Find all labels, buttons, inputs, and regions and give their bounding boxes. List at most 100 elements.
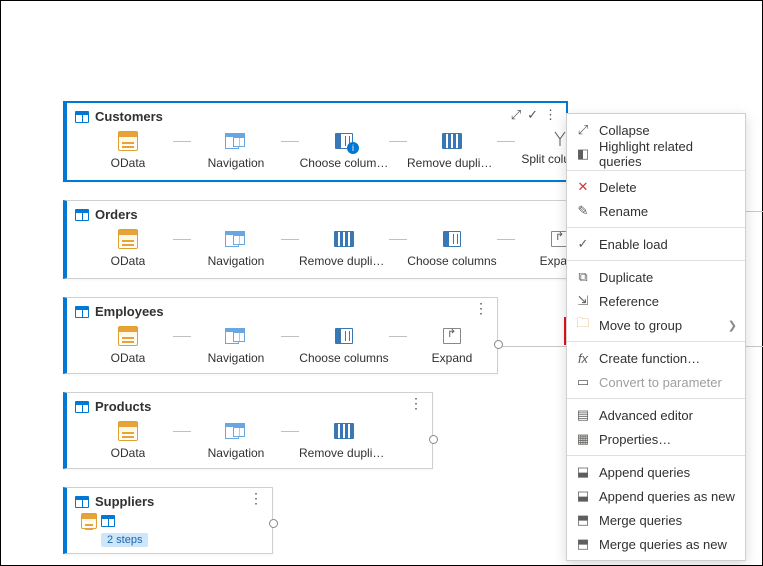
step-odata[interactable]: OData [83,130,173,170]
query-title: Employees [95,304,164,319]
highlight-icon: ◧ [575,146,591,162]
query-title: Products [95,399,151,414]
menu-append-queries-as-new[interactable]: ⬓Append queries as new [567,484,745,508]
step-navigation[interactable]: Navigation [191,130,281,170]
navigation-icon [225,423,247,439]
menu-merge-queries[interactable]: ⬒Merge queries [567,508,745,532]
info-badge-icon: i [347,142,359,154]
menu-separator [567,341,745,342]
menu-rename[interactable]: ✎Rename [567,199,745,223]
table-icon [101,515,115,527]
steps-row: OData Navigation Remove duplicat… [67,416,432,468]
steps-row: OData Navigation iChoose colum… Remove d… [67,126,566,180]
collapse-icon[interactable]: ⤢ [511,107,521,123]
table-icon [75,496,89,508]
more-icon[interactable]: ⋮ [247,492,266,504]
menu-separator [567,260,745,261]
merge-new-icon: ⬒ [575,536,591,552]
query-card-orders[interactable]: Orders OData Navigation Remove duplicat…… [63,200,568,279]
more-icon[interactable]: ⋮ [544,109,558,121]
reference-icon: ⇲ [575,293,591,309]
steps-preview [67,511,272,529]
append-new-icon: ⬓ [575,488,591,504]
function-icon: fx [575,350,591,366]
query-card-customers[interactable]: ⤢ ✓ ⋮ Customers OData Navigation iChoose… [63,101,568,182]
chevron-right-icon: ❯ [728,319,737,332]
merge-icon: ⬒ [575,512,591,528]
editor-icon: ▤ [575,407,591,423]
odata-icon [118,326,138,346]
remove-duplicates-icon [334,231,354,247]
query-card-products[interactable]: ⋮ Products OData Navigation Remove dupli… [63,392,433,469]
step-navigation[interactable]: Navigation [191,325,281,365]
remove-duplicates-icon [442,133,462,149]
odata-icon [118,421,138,441]
navigation-icon [225,231,247,247]
step-remove-duplicates[interactable]: Remove duplicat… [299,420,389,460]
menu-delete[interactable]: ✕Delete [567,175,745,199]
odata-icon [118,131,138,151]
query-title: Suppliers [95,494,154,509]
output-port[interactable] [269,519,278,528]
table-icon [75,401,89,413]
parameter-icon: ▭ [575,374,591,390]
step-choose-columns[interactable]: Choose columns [407,228,497,268]
query-card-employees[interactable]: ⋮ Employees OData Navigation Choose colu… [63,297,498,374]
query-title: Customers [95,109,163,124]
delete-icon: ✕ [575,179,591,195]
steps-row: OData Navigation Remove duplicat… Choose… [67,224,567,278]
check-icon: ✓ [575,236,591,252]
menu-advanced-editor[interactable]: ▤Advanced editor [567,403,745,427]
odata-icon [118,229,138,249]
step-choose-columns[interactable]: Choose columns [299,325,389,365]
card-toolbar: ⤢ ✓ ⋮ [511,107,558,123]
collapse-icon: ⤢ [575,122,591,138]
menu-merge-queries-as-new[interactable]: ⬒Merge queries as new [567,532,745,556]
choose-columns-icon [443,231,461,247]
step-navigation[interactable]: Navigation [191,420,281,460]
step-remove-duplicates[interactable]: Remove duplicat… [299,228,389,268]
expand-icon [443,328,461,344]
more-icon[interactable]: ⋮ [407,397,426,409]
menu-properties[interactable]: ▦Properties… [567,427,745,451]
steps-row: OData Navigation Choose columns Expand [67,321,497,373]
menu-move-to-group[interactable]: 🗀Move to group❯ [567,313,745,337]
menu-separator [567,227,745,228]
table-icon [75,111,89,123]
step-remove-duplicates[interactable]: Remove duplicat… [407,130,497,170]
menu-highlight-related[interactable]: ◧Highlight related queries [567,142,745,166]
output-port[interactable] [494,340,503,349]
query-card-suppliers[interactable]: ⋮ Suppliers 2 steps [63,487,273,554]
check-icon[interactable]: ✓ [527,107,538,123]
more-icon[interactable]: ⋮ [472,302,491,314]
menu-create-function[interactable]: fxCreate function… [567,346,745,370]
menu-convert-to-parameter: ▭Convert to parameter [567,370,745,394]
query-title: Orders [95,207,138,222]
menu-separator [567,398,745,399]
folder-icon: 🗀 [575,317,591,333]
choose-columns-icon [335,328,353,344]
output-port[interactable] [429,435,438,444]
menu-append-queries[interactable]: ⬓Append queries [567,460,745,484]
navigation-icon [225,133,247,149]
duplicate-icon: ⧉ [575,269,591,285]
append-icon: ⬓ [575,464,591,480]
step-expand[interactable]: Expand [407,325,497,365]
menu-separator [567,170,745,171]
menu-enable-load[interactable]: ✓Enable load [567,232,745,256]
steps-count-badge: 2 steps [101,533,148,547]
menu-separator [567,455,745,456]
table-icon [75,306,89,318]
step-odata[interactable]: OData [83,420,173,460]
step-odata[interactable]: OData [83,325,173,365]
menu-reference[interactable]: ⇲Reference [567,289,745,313]
navigation-icon [225,328,247,344]
properties-icon: ▦ [575,431,591,447]
menu-duplicate[interactable]: ⧉Duplicate [567,265,745,289]
step-odata[interactable]: OData [83,228,173,268]
odata-icon [81,513,97,529]
context-menu: ⤢Collapse ◧Highlight related queries ✕De… [566,113,746,561]
rename-icon: ✎ [575,203,591,219]
step-choose-columns[interactable]: iChoose colum… [299,130,389,170]
step-navigation[interactable]: Navigation [191,228,281,268]
